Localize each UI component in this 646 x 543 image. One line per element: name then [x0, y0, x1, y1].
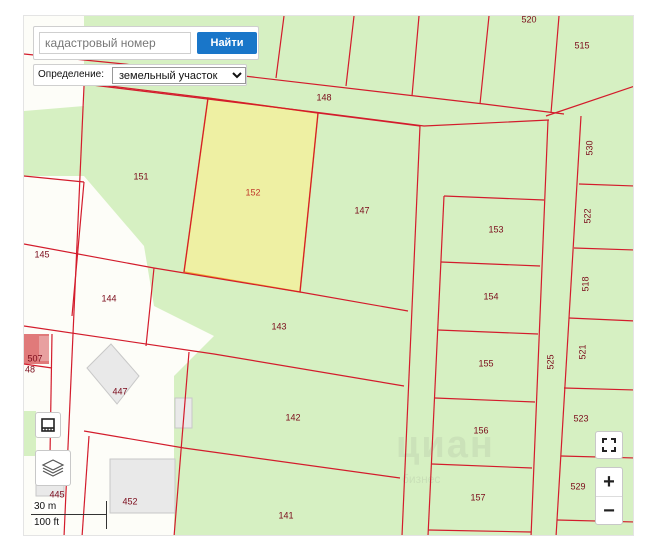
scale-bar: 30 m 100 ft	[29, 499, 109, 532]
search-panel: Найти	[33, 26, 259, 60]
parcel-area-west	[24, 106, 84, 176]
plot-label-48[interactable]: 48	[25, 364, 35, 374]
scale-line-vertical	[106, 501, 107, 529]
plot-label-525[interactable]: 525	[545, 354, 555, 369]
plot-label-152[interactable]: 152	[245, 187, 260, 197]
building-452	[109, 458, 176, 514]
boundary-144-west	[71, 181, 85, 317]
layers-icon	[41, 459, 65, 477]
plot-label-156[interactable]: 156	[473, 425, 488, 435]
boundary-row-151	[24, 175, 85, 183]
plus-icon: +	[603, 471, 615, 493]
scale-line-horizontal	[31, 514, 107, 515]
plot-label-521[interactable]: 521	[577, 344, 587, 359]
plot-label-142[interactable]: 142	[285, 412, 300, 422]
cadastral-map[interactable]: 520 515 148 530 151 152 147 153 522 145 …	[23, 15, 634, 536]
plot-label-148[interactable]: 148	[316, 92, 331, 102]
plot-label-518[interactable]: 518	[580, 276, 590, 291]
plot-label-530[interactable]: 530	[584, 140, 594, 155]
plot-label-445[interactable]: 445	[49, 489, 64, 499]
plot-label-447[interactable]: 447	[112, 386, 127, 396]
layers-button[interactable]	[35, 450, 71, 486]
plot-label-452[interactable]: 452	[122, 496, 137, 506]
definition-select[interactable]: земельный участок	[112, 67, 246, 84]
cadastral-number-input[interactable]	[39, 32, 191, 54]
plot-label-144[interactable]: 144	[101, 293, 116, 303]
zoom-out-button[interactable]: −	[596, 497, 622, 525]
measure-button[interactable]	[35, 412, 61, 438]
plot-label-507[interactable]: 507	[27, 353, 42, 363]
fullscreen-icon	[602, 438, 616, 452]
definition-panel: Определение: земельный участок	[33, 64, 247, 86]
zoom-in-button[interactable]: +	[596, 468, 622, 497]
ruler-icon	[41, 418, 55, 432]
plot-label-151[interactable]: 151	[133, 171, 148, 181]
plot-label-157[interactable]: 157	[470, 492, 485, 502]
plot-label-522[interactable]: 522	[582, 208, 592, 223]
plot-label-523[interactable]: 523	[573, 413, 588, 423]
plot-label-515[interactable]: 515	[574, 40, 589, 50]
plot-label-155[interactable]: 155	[478, 358, 493, 368]
plot-label-529[interactable]: 529	[570, 481, 585, 491]
scale-imperial: 100 ft	[32, 517, 62, 528]
fullscreen-button[interactable]	[595, 431, 623, 459]
plot-label-145[interactable]: 145	[34, 249, 49, 259]
plot-label-154[interactable]: 154	[483, 291, 498, 301]
map-canvas[interactable]: 520 515 148 530 151 152 147 153 522 145 …	[24, 16, 634, 536]
plot-label-520[interactable]: 520	[521, 16, 536, 24]
plot-label-147[interactable]: 147	[354, 205, 369, 215]
scale-metric: 30 m	[32, 501, 59, 512]
plot-label-143[interactable]: 143	[271, 321, 286, 331]
minus-icon: −	[603, 500, 615, 522]
zoom-controls: + −	[595, 467, 623, 525]
plot-label-153[interactable]: 153	[488, 224, 503, 234]
definition-label: Определение:	[38, 69, 105, 80]
search-button[interactable]: Найти	[197, 32, 257, 54]
plot-label-141[interactable]: 141	[278, 510, 293, 520]
